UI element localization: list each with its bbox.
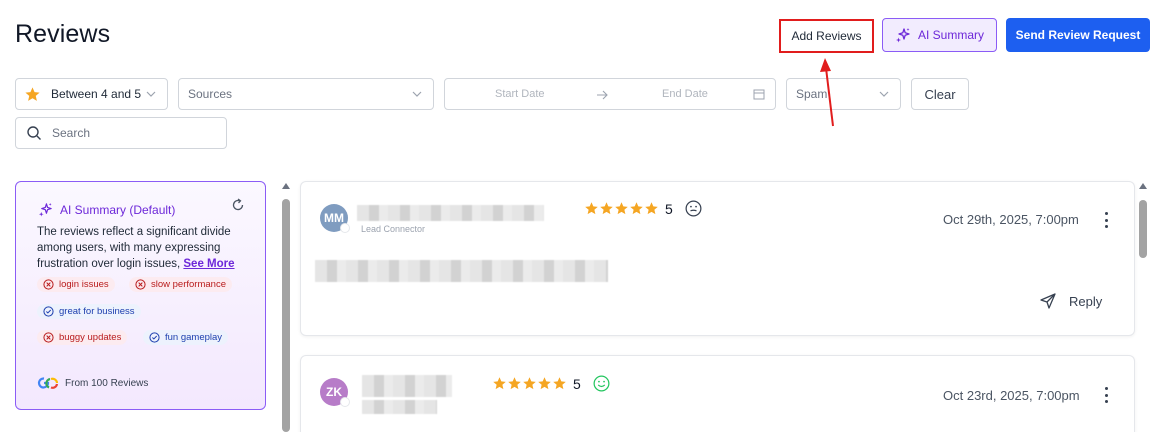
x-circle-icon [43,279,54,290]
review-source-label: Lead Connector [361,224,426,234]
start-date-placeholder: Start Date [495,88,545,100]
star-icon [585,202,598,215]
x-circle-icon [43,332,54,343]
sources-placeholder: Sources [188,87,233,101]
ai-summary-button[interactable]: AI Summary [882,18,997,52]
spam-filter-value: Spam [796,87,828,101]
summary-scrollbar[interactable] [281,183,291,432]
more-options-icon[interactable] [1104,212,1108,228]
rating-value: 5 [573,376,581,392]
review-card: ZK 5 Oct 23rd, 2025, 7:00pm [300,355,1135,432]
send-icon [1040,293,1056,309]
send-review-request-label: Send Review Request [1015,28,1141,42]
scroll-up-arrow[interactable] [282,183,290,189]
send-review-request-button[interactable]: Send Review Request [1006,18,1150,52]
tag-label: buggy updates [59,332,122,343]
search-placeholder: Search [52,126,91,140]
tag-label: login issues [59,279,109,290]
chevron-down-icon [879,91,889,97]
avatar: ZK [320,378,350,407]
page-title: Reviews [15,20,111,48]
ai-summary-footer-text: From 100 Reviews [65,377,149,389]
check-circle-icon [149,332,160,343]
tag-label: great for business [59,306,135,317]
avatar-initials: MM [324,211,344,225]
star-icon [553,377,566,390]
x-circle-icon [135,279,146,290]
add-reviews-label: Add Reviews [791,29,862,43]
review-text-redacted [315,260,608,282]
tag-login-issues: login issues [37,277,115,292]
rating-value: 5 [665,201,673,217]
star-icon [25,86,40,101]
star-rating [492,376,567,391]
ai-summary-label: AI Summary [917,28,984,42]
star-icon [600,202,613,215]
reviewer-subtitle-redacted [362,400,437,414]
star-rating [584,201,659,216]
tag-label: fun gameplay [165,332,223,343]
date-range-picker[interactable]: Start Date End Date [444,78,776,110]
tag-slow-performance: slow performance [129,277,232,292]
reply-label: Reply [1069,293,1103,309]
star-icon [630,202,643,215]
neutral-face-icon [685,200,702,217]
clear-label: Clear [924,86,956,102]
sources-logos-icon [37,377,59,389]
search-icon [27,126,41,140]
reviewer-name-redacted [362,375,452,397]
star-icon [615,202,628,215]
star-icon [493,377,506,390]
star-icon [645,202,658,215]
rating-filter-select[interactable]: Between 4 and 5 [15,78,168,110]
reviews-scrollbar[interactable] [1138,183,1148,432]
sparkles-icon [895,28,910,43]
arrow-right-icon [597,90,608,100]
search-input[interactable]: Search [15,117,227,149]
review-card: MM Lead Connector 5 Oct 29th, 2025, 7:00… [300,181,1135,336]
spam-filter-select[interactable]: Spam [786,78,901,110]
review-date: Oct 23rd, 2025, 7:00pm [943,388,1080,403]
ai-summary-footer: From 100 Reviews [37,376,148,390]
tag-fun-gameplay: fun gameplay [143,330,229,345]
calendar-icon [753,89,765,100]
see-more-link[interactable]: See More [183,258,234,270]
scroll-up-arrow[interactable] [1139,183,1147,189]
ai-summary-text: The reviews reflect a significant divide… [37,224,252,272]
end-date-placeholder: End Date [662,88,708,100]
tag-great-for-business: great for business [37,304,141,319]
sparkles-icon [38,202,52,217]
check-circle-icon [43,306,54,317]
tag-buggy-updates: buggy updates [37,330,128,345]
happy-face-icon [593,375,610,392]
avatar: MM [320,204,350,233]
source-badge-icon [340,223,350,233]
star-icon [538,377,551,390]
scroll-thumb[interactable] [1139,200,1147,258]
ai-summary-card-header: AI Summary (Default) [38,202,175,217]
reviewer-name-redacted [357,205,544,221]
ai-summary-card: AI Summary (Default) The reviews reflect… [15,181,266,410]
clear-filters-button[interactable]: Clear [911,78,969,110]
rating-filter-value: Between 4 and 5 [51,87,142,101]
ai-summary-card-title: AI Summary (Default) [60,202,176,217]
avatar-initials: ZK [326,385,342,399]
review-date: Oct 29th, 2025, 7:00pm [943,212,1079,227]
chevron-down-icon [412,91,422,97]
chevron-down-icon [146,91,156,97]
refresh-icon[interactable] [231,198,245,212]
add-reviews-button[interactable]: Add Reviews [779,19,874,53]
star-icon [523,377,536,390]
scroll-thumb[interactable] [282,199,290,432]
more-options-icon[interactable] [1104,387,1108,403]
reply-button[interactable]: Reply [1039,292,1102,310]
sources-filter-select[interactable]: Sources [178,78,434,110]
star-icon [508,377,521,390]
source-badge-icon [340,397,350,407]
tag-label: slow performance [151,279,226,290]
